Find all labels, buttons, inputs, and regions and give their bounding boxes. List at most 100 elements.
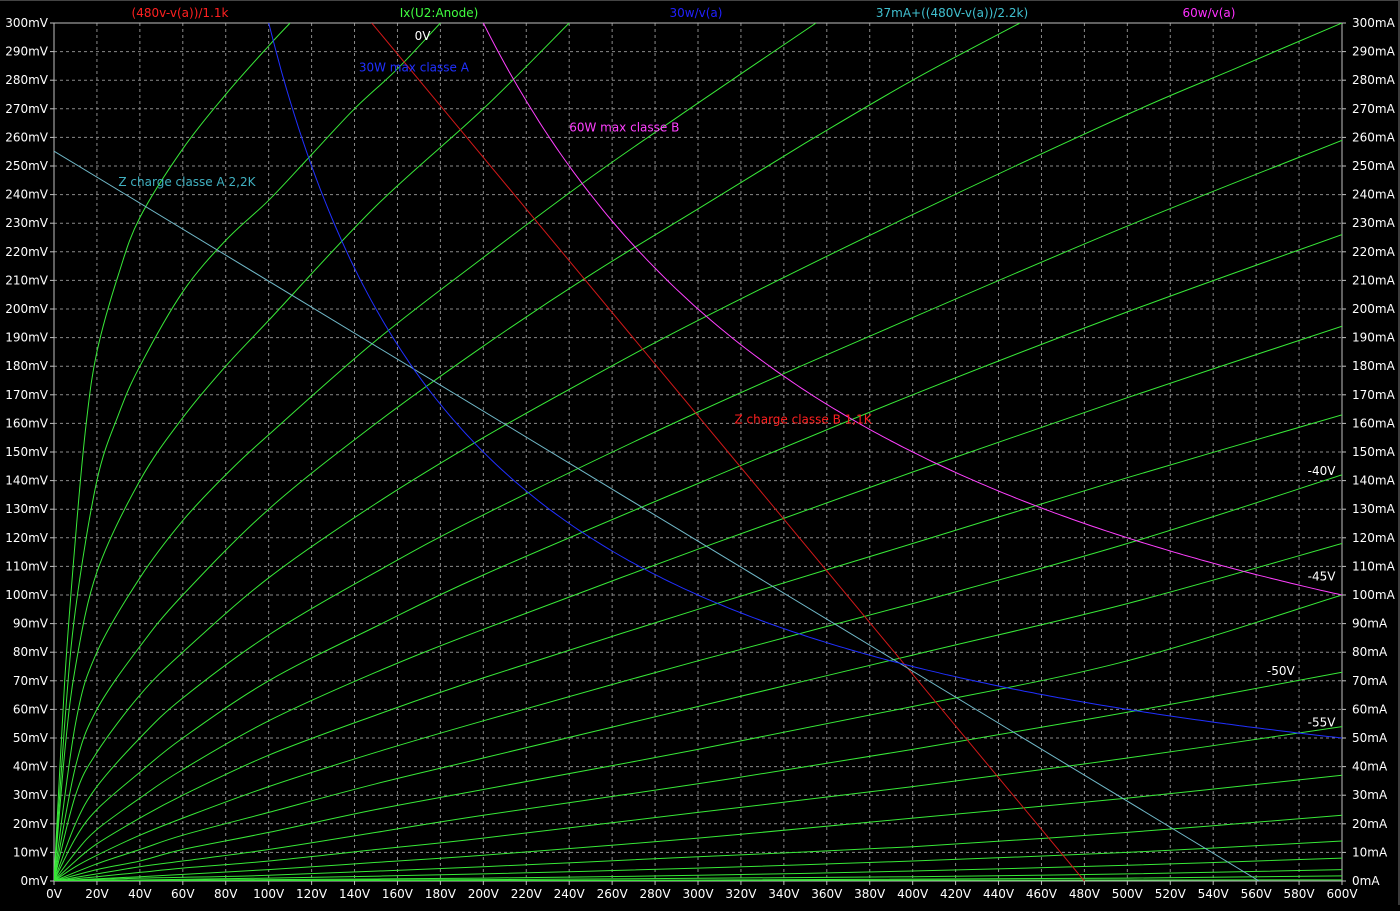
y-right-tick-label: 140mA [1352,474,1396,488]
y-right-tick-label: 260mA [1352,130,1396,144]
x-tick-label: 60V [171,887,195,901]
y-left-tick-label: 300mV [5,16,49,30]
annotation-label: 0V [415,29,432,43]
y-right-tick-label: 160mA [1352,416,1396,430]
x-tick-label: 520V [1155,887,1187,901]
y-left-tick-label: 270mV [5,102,49,116]
annotation-label: Z charge classe B 1,1K [734,412,872,426]
x-tick-label: 560V [1241,887,1273,901]
y-left-tick-label: 210mV [5,273,49,287]
y-left-tick-label: 100mV [5,588,49,602]
y-right-tick-label: 20mA [1352,817,1388,831]
y-left-tick-label: 260mV [5,130,49,144]
y-left-tick-label: 290mV [5,45,49,59]
y-right-tick-label: 70mA [1352,674,1388,688]
x-tick-label: 440V [983,887,1015,901]
x-tick-label: 580V [1284,887,1316,901]
y-right-tick-label: 190mA [1352,331,1396,345]
y-right-tick-label: 60mA [1352,702,1388,716]
annotation-label: 30W max classe A [359,61,470,75]
x-tick-label: 220V [511,887,543,901]
annotation-label: -40V [1308,464,1337,478]
legend-entry[interactable]: 60w/v(a) [1183,6,1236,20]
x-tick-label: 180V [425,887,457,901]
y-left-tick-label: 30mV [13,788,49,802]
y-left-tick-label: 50mV [13,731,49,745]
x-tick-label: 160V [382,887,414,901]
y-left-tick-label: 130mV [5,502,49,516]
y-left-tick-label: 190mV [5,331,49,345]
x-tick-label: 140V [339,887,371,901]
x-tick-label: 340V [768,887,800,901]
x-tick-label: 0V [46,887,63,901]
y-right-tick-label: 120mA [1352,531,1396,545]
y-left-tick-label: 80mV [13,645,49,659]
y-right-tick-label: 30mA [1352,788,1388,802]
x-tick-label: 300V [682,887,714,901]
x-tick-label: 260V [597,887,629,901]
x-tick-label: 280V [640,887,672,901]
x-tick-label: 420V [940,887,972,901]
x-tick-label: 100V [253,887,285,901]
y-right-tick-label: 100mA [1352,588,1396,602]
y-left-tick-label: 180mV [5,359,49,373]
x-tick-label: 460V [1026,887,1058,901]
x-tick-label: 40V [128,887,152,901]
y-left-tick-label: 0mV [20,874,48,888]
annotation-label: 60W max classe B [569,121,679,135]
y-right-tick-label: 40mA [1352,760,1388,774]
y-left-tick-label: 120mV [5,531,49,545]
y-right-tick-label: 150mA [1352,445,1396,459]
x-tick-label: 120V [296,887,328,901]
y-left-tick-label: 150mV [5,445,49,459]
y-right-tick-label: 80mA [1352,645,1388,659]
legend: (480v-v(a))/1.1k Ix(U2:Anode) 30w/v(a) 37mA… [132,6,1236,20]
y-right-tick-label: 50mA [1352,731,1388,745]
x-tick-label: 540V [1198,887,1230,901]
y-right-tick-label: 180mA [1352,359,1396,373]
x-tick-label: 80V [214,887,238,901]
y-left-tick-label: 140mV [5,474,49,488]
x-axis-ticks: 0V 20V 40V 60V 80V 100V 120V 140V 160V 180V 200V 22… [46,881,1358,901]
y-right-tick-label: 280mA [1352,73,1396,87]
y-left-tick-label: 220mV [5,245,49,259]
x-tick-label: 320V [725,887,757,901]
y-right-tick-label: 110mA [1352,559,1396,573]
x-tick-label: 360V [811,887,843,901]
y-left-tick-label: 60mV [13,702,49,716]
annotation-label: -50V [1267,664,1296,678]
y-right-tick-label: 90mA [1352,617,1388,631]
x-tick-label: 480V [1069,887,1101,901]
y-left-tick-label: 110mV [5,559,49,573]
y-right-tick-label: 290mA [1352,45,1396,59]
legend-entry[interactable]: 30w/v(a) [670,6,723,20]
annotation-label: -45V [1308,570,1337,584]
legend-entry[interactable]: (480v-v(a))/1.1k [132,6,229,20]
y-right-tick-label: 10mA [1352,845,1388,859]
x-tick-label: 400V [897,887,929,901]
y-left-tick-label: 280mV [5,73,49,87]
y-left-tick-label: 250mV [5,159,49,173]
y-right-tick-label: 220mA [1352,245,1396,259]
y-right-tick-label: 270mA [1352,102,1396,116]
x-tick-label: 200V [468,887,500,901]
legend-entry[interactable]: Ix(U2:Anode) [400,6,479,20]
y-left-tick-label: 70mV [13,674,49,688]
y-right-tick-label: 230mA [1352,216,1396,230]
y-right-tick-label: 210mA [1352,273,1396,287]
y-right-tick-label: 200mA [1352,302,1396,316]
y-left-tick-label: 20mV [13,817,49,831]
y-left-tick-label: 40mV [13,760,49,774]
legend-entry[interactable]: 37mA+((480V-v(a))/2.2k) [876,6,1028,20]
y-left-tick-label: 230mV [5,216,49,230]
anode-characteristics-chart: 0V 20V 40V 60V 80V 100V 120V 140V 160V 180V 200V 22… [5,6,1396,901]
y-left-tick-label: 90mV [13,617,49,631]
y-right-tick-label: 170mA [1352,388,1396,402]
x-tick-label: 240V [554,887,586,901]
y-right-tick-label: 130mA [1352,502,1396,516]
y-left-tick-label: 10mV [13,845,49,859]
x-tick-label: 380V [854,887,886,901]
y-left-tick-label: 240mV [5,188,49,202]
y-left-tick-label: 200mV [5,302,49,316]
plot-window: 0V 20V 40V 60V 80V 100V 120V 140V 160V 180V 200V 22… [0,0,1400,905]
